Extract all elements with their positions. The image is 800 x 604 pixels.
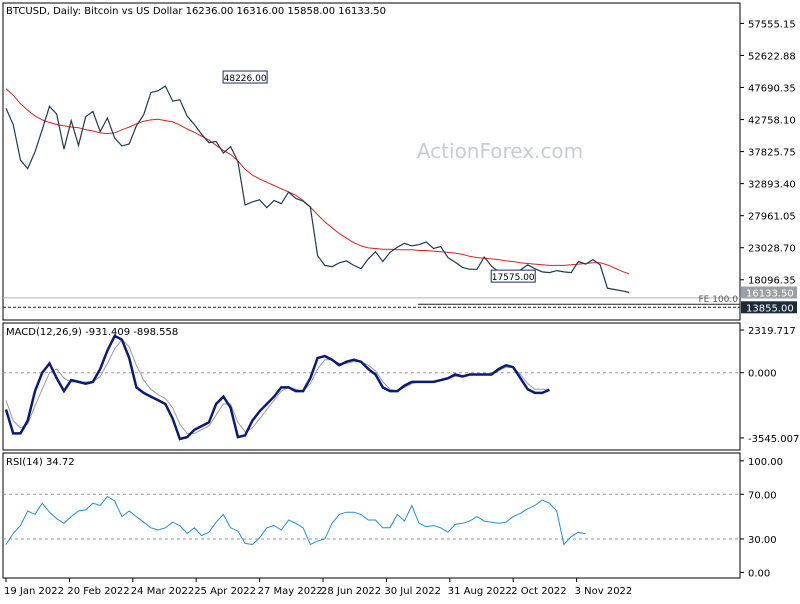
price-value-label: 48226.00: [224, 74, 267, 84]
x-tick-label: 27 May 2022: [258, 586, 323, 597]
x-tick-label: 19 Jan 2022: [4, 586, 64, 597]
price-y-tick-label: 32893.40: [748, 180, 796, 191]
fe-label: FE 100.0: [699, 295, 739, 305]
chart-canvas: ActionForex.com 57555.15 52622.88 47690.35 4…: [0, 0, 800, 600]
price-y-tick-label: 23028.70: [748, 244, 796, 255]
price-y-tick-label: 42758.10: [748, 116, 796, 127]
rsi-y-tick-label: 100.00: [748, 457, 783, 468]
x-tick-label: 3 Nov 2022: [575, 586, 633, 597]
x-tick-label: 20 Feb 2022: [67, 586, 129, 597]
x-tick-label: 28 Jun 2022: [321, 586, 381, 597]
price-y-tick-label: 37825.75: [748, 148, 796, 159]
chart-svg: ActionForex.com 57555.15 52622.88 47690.35 4…: [0, 0, 800, 600]
price-y-tick-label: 27961.05: [748, 212, 796, 223]
price-y-tick-label: 57555.15: [748, 19, 796, 30]
x-tick-label: 31 Aug 2022: [448, 586, 512, 597]
price-value-label: 17575.00: [492, 273, 535, 283]
price-y-tick-label: 47690.35: [748, 84, 796, 95]
macd-y-tick-label: 0.000: [748, 369, 777, 380]
rsi-y-tick-label: 30.00: [748, 535, 777, 546]
x-tick-label: 2 Oct 2022: [511, 586, 566, 597]
x-tick-label: 24 Mar 2022: [131, 586, 194, 597]
macd-title: MACD(12,26,9) -931.409 -898.558: [6, 327, 178, 338]
rsi-y-tick-label: 70.00: [748, 490, 777, 501]
macd-y-tick-label: -3545.007: [748, 434, 799, 445]
rsi-y-tick-label: 0.00: [748, 568, 770, 579]
current-price-label: 16133.50: [746, 288, 794, 299]
chart-header: BTCUSD, Daily: Bitcoin vs US Dollar 1623…: [6, 6, 386, 17]
watermark: ActionForex.com: [417, 139, 583, 163]
price-y-tick-label: 18096.35: [748, 276, 796, 287]
x-tick-label: 25 Apr 2022: [194, 586, 256, 597]
low-price-label: 13855.00: [746, 303, 794, 314]
chart-background: [0, 0, 800, 600]
macd-y-tick-label: 2319.717: [748, 326, 796, 337]
rsi-title: RSI(14) 34.72: [6, 457, 75, 468]
price-y-tick-label: 52622.88: [748, 51, 796, 62]
x-tick-label: 30 Jul 2022: [384, 586, 441, 597]
